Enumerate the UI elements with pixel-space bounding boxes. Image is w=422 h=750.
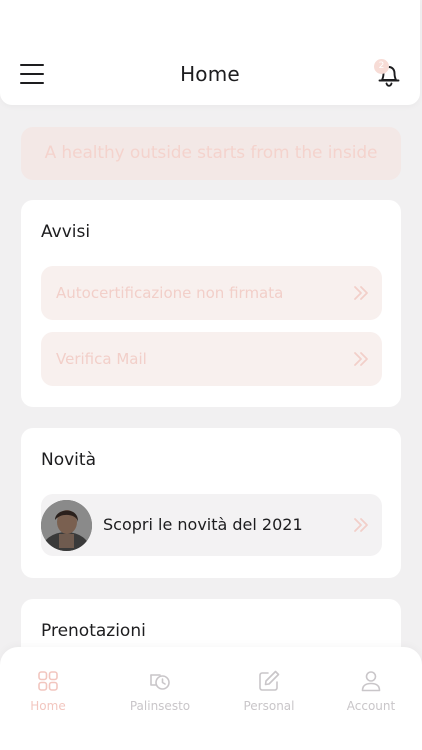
novita-card: Novità Scopri le novità del 2021 xyxy=(21,428,401,578)
edit-icon xyxy=(259,670,280,691)
avvisi-title: Avvisi xyxy=(41,222,91,242)
nav-personal[interactable]: Personal xyxy=(219,669,319,729)
nav-label: Home xyxy=(30,699,66,713)
double-chevron-right-icon xyxy=(354,286,368,300)
page-title: Home xyxy=(180,62,240,86)
avvisi-card: Avvisi Autocertificazione non firmata Ve… xyxy=(21,200,401,407)
avviso-verifica-mail[interactable]: Verifica Mail xyxy=(41,332,382,386)
novita-item[interactable]: Scopri le novità del 2021 xyxy=(41,494,382,556)
nav-label: Palinsesto xyxy=(129,699,191,713)
novita-label: Scopri le novità del 2021 xyxy=(103,515,303,534)
top-app-bar: Home 2 xyxy=(0,0,420,105)
avatar xyxy=(41,500,92,551)
double-chevron-right-icon xyxy=(354,518,368,532)
nav-label: Personal xyxy=(243,699,295,713)
nav-palinsesto[interactable]: Palinsesto xyxy=(110,669,210,729)
novita-title: Novità xyxy=(41,450,96,470)
bottom-navigation: Home Palinsesto Personal Account xyxy=(0,647,422,750)
nav-label: Account xyxy=(346,699,396,713)
notifications-button[interactable]: 2 xyxy=(374,59,404,90)
avviso-label: Autocertificazione non firmata xyxy=(56,284,284,302)
avviso-label: Verifica Mail xyxy=(56,350,147,368)
nav-account[interactable]: Account xyxy=(321,669,421,729)
notification-badge: 2 xyxy=(374,59,389,74)
grid-icon xyxy=(38,671,58,691)
nav-home[interactable]: Home xyxy=(0,669,98,729)
schedule-icon xyxy=(150,674,170,690)
motto-banner: A healthy outside starts from the inside xyxy=(21,127,401,180)
double-chevron-right-icon xyxy=(354,352,368,366)
avviso-autocertificazione[interactable]: Autocertificazione non firmata xyxy=(41,266,382,320)
home-screen: Home 2 A healthy outside starts from the… xyxy=(0,0,422,750)
user-icon xyxy=(361,671,381,692)
prenotazioni-title: Prenotazioni xyxy=(41,621,146,641)
